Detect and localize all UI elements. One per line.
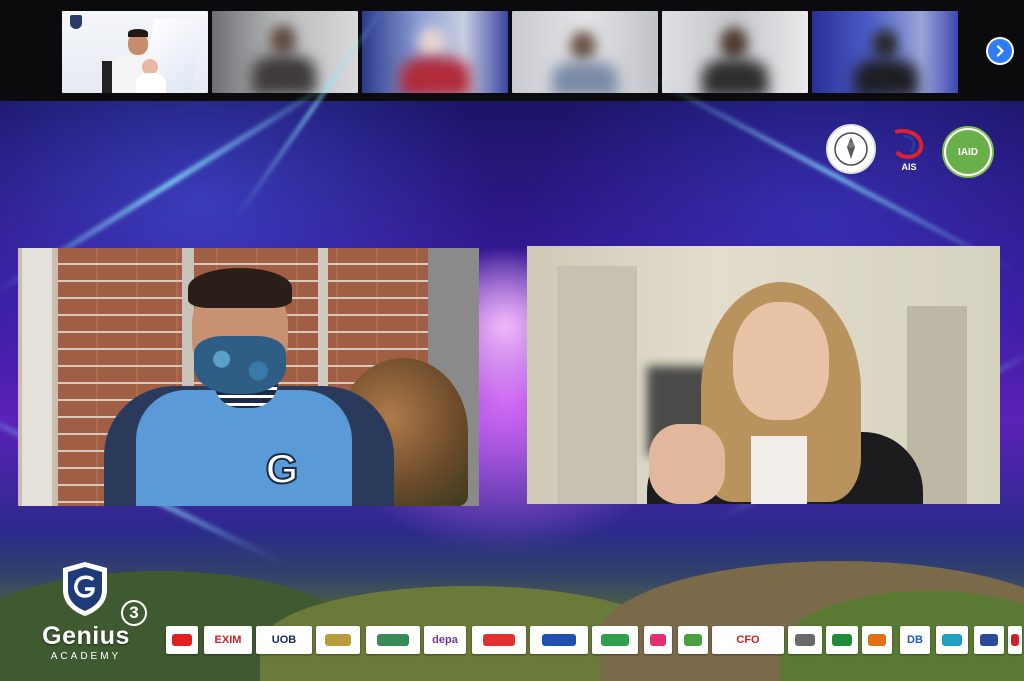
blurred-head (720, 27, 748, 59)
sponsor-logo (530, 626, 588, 654)
blurred-head (270, 25, 296, 55)
sponsor-logo-label: CFO (736, 634, 760, 646)
sponsor-mark (684, 634, 702, 646)
ais-logo: AIS (884, 120, 934, 180)
sponsor-mark (980, 634, 998, 646)
speaker-face (733, 302, 829, 420)
participant-tile-6[interactable] (812, 11, 958, 93)
speaker-video-left[interactable]: G (18, 248, 479, 506)
meeting-window: AIS IAID G Genius ACADEMY 3 EXIM UOB dep… (0, 0, 1024, 681)
blurred-head (570, 31, 596, 61)
blurred-body (702, 59, 768, 93)
blurred-body (252, 55, 316, 93)
shield-logo-icon (63, 562, 107, 616)
jacket-letter: G (265, 444, 300, 493)
brand-name: Genius (42, 622, 130, 650)
sponsor-logo-label: UOB (271, 634, 297, 646)
sponsor-logo: CFO (712, 626, 784, 654)
sponsor-logo (316, 626, 360, 654)
sponsor-logo (592, 626, 638, 654)
sponsor-logo (974, 626, 1004, 654)
chevron-right-icon (996, 45, 1004, 57)
sponsor-mark (794, 634, 816, 646)
sponsor-mark (1010, 634, 1020, 646)
blurred-body (854, 59, 918, 93)
sponsor-logo-label: EXIM (214, 634, 242, 646)
speaker-hair (188, 268, 292, 308)
swoosh-icon (894, 129, 924, 159)
blurred-head (872, 29, 898, 59)
speaker-video-right[interactable] (527, 246, 1000, 504)
sponsor-logo: UOB (256, 626, 312, 654)
next-page-button[interactable] (986, 37, 1014, 65)
blurred-body (552, 61, 618, 93)
season-number-badge: 3 (121, 600, 147, 626)
sponsor-mark (832, 634, 852, 646)
sponsor-logo (936, 626, 968, 654)
participant-tile-1[interactable] (62, 11, 208, 93)
sponsor-mark (541, 634, 577, 646)
white-top (751, 436, 807, 504)
speaker-hand (649, 424, 725, 504)
blurred-head (418, 27, 446, 59)
sponsor-mark (376, 634, 410, 646)
sponsor-logo: EXIM (204, 626, 252, 654)
sponsor-mark (324, 634, 352, 646)
sponsor-mark (868, 634, 886, 646)
participant-tile-4[interactable] (512, 11, 658, 93)
sponsor-logo (366, 626, 420, 654)
participant-tile-3[interactable] (362, 11, 508, 93)
ministry-seal-logo (826, 124, 876, 174)
sponsor-logo-label: depa (432, 634, 458, 646)
sponsor-mark (942, 634, 962, 646)
sponsor-logo (826, 626, 858, 654)
sponsor-logo: depa (424, 626, 466, 654)
sponsor-logo (678, 626, 708, 654)
sponsor-mark (172, 634, 192, 646)
door (557, 266, 637, 504)
sponsor-logo (788, 626, 822, 654)
participant-strip (0, 0, 1024, 101)
sponsor-logo (1008, 626, 1022, 654)
sponsor-logo: DB (900, 626, 930, 654)
iaid-logo-text: IAID (958, 146, 978, 158)
person-hair (128, 29, 148, 37)
sponsor-logo-label: DB (907, 634, 923, 646)
sponsor-logo (472, 626, 526, 654)
iaid-logo-inner: IAID (946, 130, 990, 174)
sponsor-mark (649, 634, 667, 646)
child-body (136, 73, 166, 93)
sponsor-mark (482, 634, 516, 646)
blurred-body (400, 57, 470, 93)
shield-icon (70, 15, 82, 29)
sponsor-logo (644, 626, 672, 654)
ais-logo-text: AIS (901, 162, 917, 172)
participant-tile-5[interactable] (662, 11, 808, 93)
face-mask (194, 336, 286, 394)
chair (102, 61, 112, 93)
seal-icon (834, 132, 868, 166)
white-pillar (22, 248, 52, 506)
iaid-logo: IAID (942, 126, 994, 178)
sponsor-logo (862, 626, 892, 654)
sponsor-mark (601, 634, 629, 646)
sponsor-logo (166, 626, 198, 654)
genius-academy-brand: Genius ACADEMY 3 (26, 560, 156, 670)
brand-subtitle: ACADEMY (50, 651, 122, 662)
